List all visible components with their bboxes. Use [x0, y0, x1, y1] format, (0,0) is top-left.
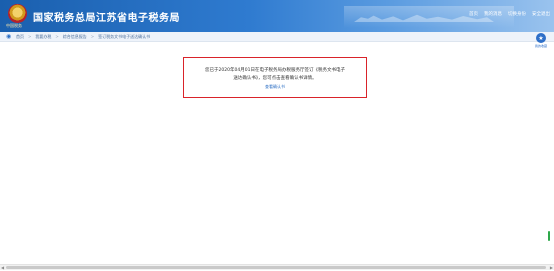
site-header: 中国税务 国家税务总局江苏省电子税务局 首页 我的消息 切换身份 安全退出	[0, 0, 554, 32]
breadcrumb-tax-handling[interactable]: 我要办税	[35, 34, 51, 40]
horizontal-scrollbar[interactable]: ◀ ▶	[0, 264, 554, 270]
scrollbar-thumb[interactable]	[6, 266, 546, 269]
view-confirmation-link[interactable]: 查看确认书	[184, 84, 366, 90]
location-pin-icon: ◉	[6, 32, 12, 40]
breadcrumb-separator: >	[28, 34, 32, 39]
nav-messages-link[interactable]: 我的消息	[484, 11, 502, 17]
header-sky-decoration	[344, 6, 514, 28]
scroll-right-arrow-icon[interactable]: ▶	[550, 265, 553, 270]
tax-emblem-icon	[8, 4, 27, 23]
emblem-caption: 中国税务	[6, 23, 22, 28]
scroll-left-arrow-icon[interactable]: ◀	[1, 265, 4, 270]
header-nav: 首页 我的消息 切换身份 安全退出	[469, 11, 550, 17]
favorites-button[interactable]: ★ 我的收藏	[535, 33, 547, 49]
nav-logout-link[interactable]: 安全退出	[532, 11, 550, 17]
site-title: 国家税务总局江苏省电子税务局	[33, 13, 180, 24]
side-scroll-marker[interactable]	[548, 231, 550, 241]
breadcrumb-info-report[interactable]: 综合信息报告	[63, 34, 87, 40]
confirmation-notice-box: 您已于2020年04月01日在电子税务局办税服务厅签订《税务文书电子 送达确认书…	[183, 57, 367, 98]
nav-home-link[interactable]: 首页	[469, 11, 478, 17]
nav-switch-identity-link[interactable]: 切换身份	[508, 11, 526, 17]
breadcrumb-home[interactable]: 首页	[16, 34, 24, 40]
breadcrumb-current-page: 签订税务文书电子送达确认书	[98, 33, 151, 39]
favorites-icon: ★	[536, 33, 546, 43]
notice-text-line2: 送达确认书》，您可点击查看确认书详情。	[233, 76, 317, 81]
breadcrumb: ◉ 首页 > 我要办税 > 综合信息报告 > 签订税务文书电子送达确认书	[0, 32, 554, 42]
breadcrumb-separator: >	[90, 34, 95, 39]
favorites-label: 我的收藏	[535, 44, 548, 48]
notice-text-line1: 您已于2020年04月01日在电子税务局办税服务厅签订《税务文书电子	[205, 68, 345, 73]
breadcrumb-separator: >	[55, 34, 59, 39]
